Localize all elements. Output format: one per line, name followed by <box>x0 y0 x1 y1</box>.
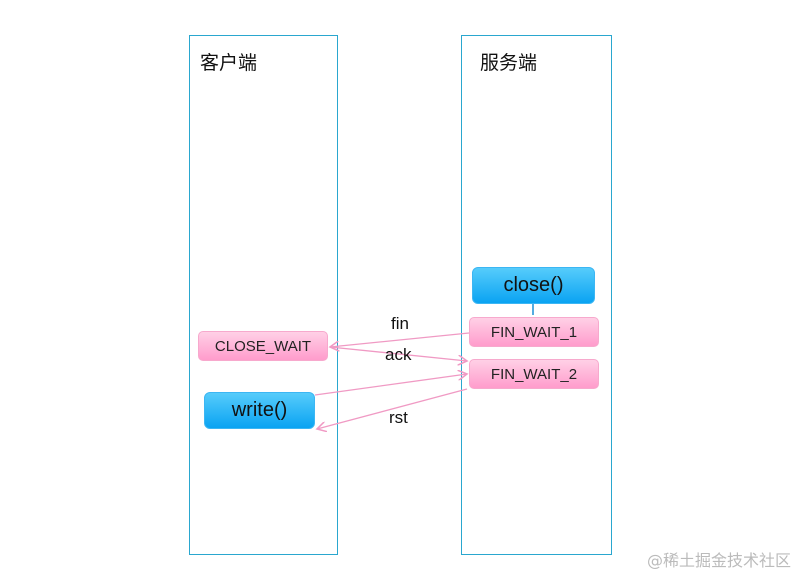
watermark: @稀土掘金技术社区 <box>646 551 791 570</box>
write-data-arrow <box>314 374 467 396</box>
fin-label: fin <box>391 314 409 333</box>
message-arrows <box>314 304 534 583</box>
rst-label: rst <box>389 408 408 427</box>
ack-label: ack <box>385 345 412 364</box>
